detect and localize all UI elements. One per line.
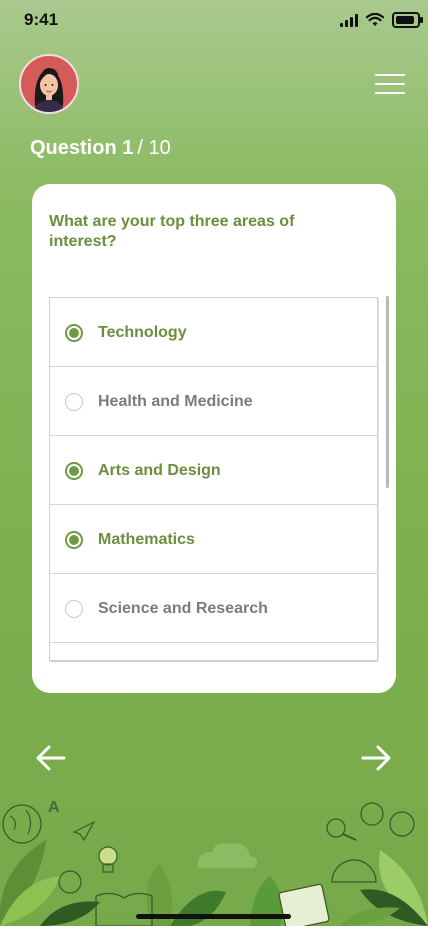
question-total: / 10 — [137, 137, 171, 159]
radio-checked-icon[interactable] — [65, 462, 83, 480]
option-label: Arts and Design — [98, 462, 221, 479]
avatar[interactable] — [19, 54, 79, 114]
radio-unchecked-icon[interactable] — [65, 600, 83, 618]
option-health-and-medicine[interactable]: Health and Medicine — [50, 367, 377, 436]
question-card: What are your top three areas of interes… — [32, 184, 396, 693]
options-list: Technology Health and Medicine Arts and … — [49, 297, 378, 661]
education-doodle-decoration: A — [0, 799, 428, 926]
option-label: Technology — [98, 324, 187, 341]
options-scroll-area[interactable]: Technology Health and Medicine Arts and … — [49, 297, 379, 662]
question-counter: Question 1/ 10 — [30, 137, 171, 160]
question-text: What are your top three areas of interes… — [49, 213, 295, 250]
option-arts-and-design[interactable]: Arts and Design — [50, 436, 377, 505]
option-science-and-research[interactable]: Science and Research — [50, 574, 377, 643]
wifi-icon — [366, 13, 384, 26]
arrow-left-icon[interactable] — [36, 744, 66, 772]
radio-unchecked-icon[interactable] — [65, 393, 83, 411]
svg-text:A: A — [48, 799, 60, 816]
menu-icon[interactable] — [375, 74, 407, 96]
option-label: Science and Research — [98, 600, 268, 617]
option-mathematics[interactable]: Mathematics — [50, 505, 377, 574]
radio-checked-icon[interactable] — [65, 531, 83, 549]
signal-icon — [340, 13, 358, 27]
option-label: Health and Medicine — [98, 393, 253, 410]
option-partial[interactable] — [50, 643, 377, 660]
battery-icon — [392, 12, 423, 28]
radio-checked-icon[interactable] — [65, 324, 83, 342]
home-indicator[interactable] — [136, 914, 291, 919]
options-scrollbar[interactable] — [386, 296, 389, 488]
arrow-right-icon[interactable] — [361, 744, 391, 772]
status-bar: 9:41 — [0, 0, 428, 40]
option-label: Mathematics — [98, 531, 195, 548]
option-technology[interactable]: Technology — [50, 298, 377, 367]
status-time: 9:41 — [24, 10, 59, 29]
status-icons — [340, 12, 423, 28]
avatar-portrait-icon — [33, 68, 65, 112]
question-number: Question 1 — [30, 137, 134, 159]
